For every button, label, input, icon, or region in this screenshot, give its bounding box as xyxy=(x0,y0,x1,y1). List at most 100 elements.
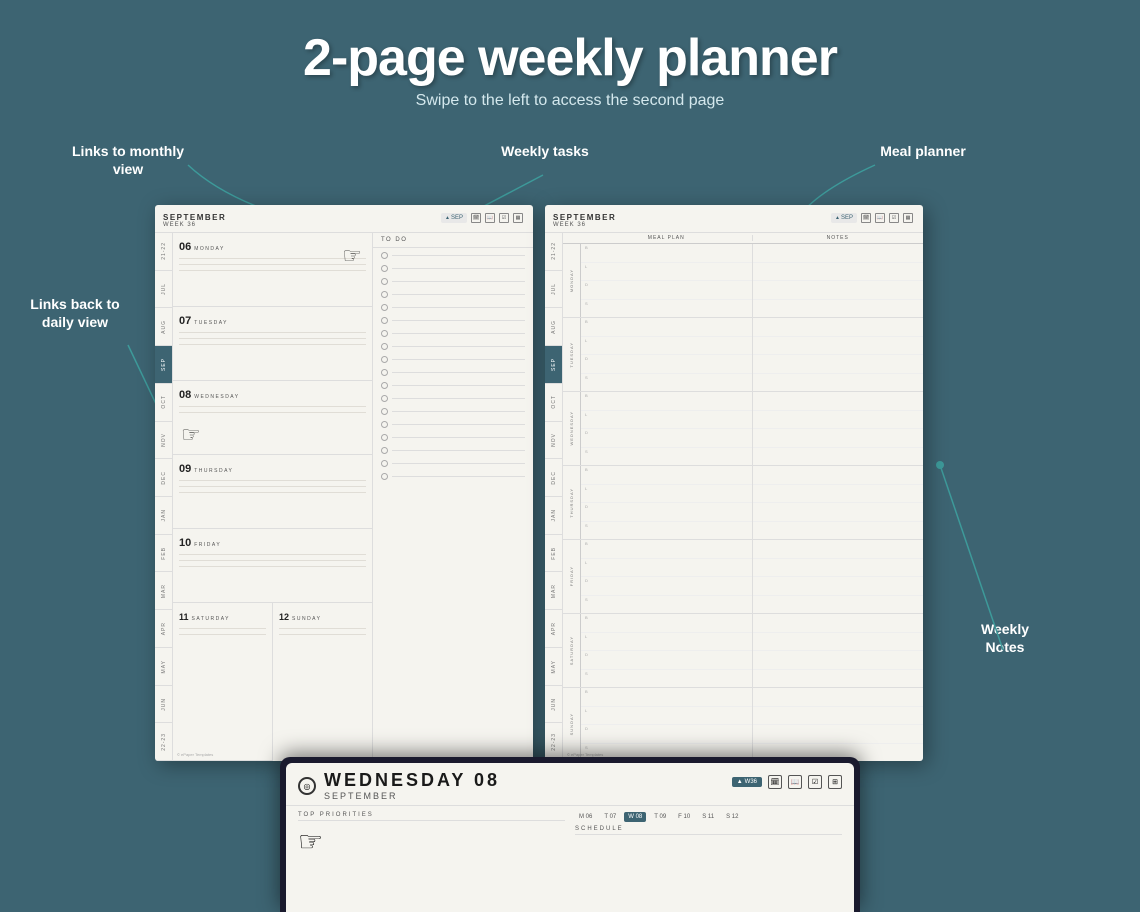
todo-item[interactable] xyxy=(381,447,525,454)
note-line[interactable] xyxy=(753,374,924,392)
p2-sidebar-oct[interactable]: OCT xyxy=(545,384,562,422)
note-line[interactable] xyxy=(753,300,924,318)
note-line[interactable] xyxy=(753,355,924,374)
device-nav-f10[interactable]: F 10 xyxy=(674,812,694,822)
day-saturday[interactable]: 11SATURDAY xyxy=(173,603,273,761)
sidebar-jun[interactable]: JUN xyxy=(155,686,172,724)
device-book-icon[interactable]: 📖 xyxy=(788,775,802,789)
note-line[interactable] xyxy=(753,337,924,356)
todo-item[interactable] xyxy=(381,382,525,389)
meal-b[interactable]: B xyxy=(581,614,752,633)
todo-item[interactable] xyxy=(381,408,525,415)
todo-checkbox[interactable] xyxy=(381,356,388,363)
todo-item[interactable] xyxy=(381,278,525,285)
note-line[interactable] xyxy=(753,707,924,726)
note-line[interactable] xyxy=(753,281,924,300)
meal-l[interactable]: L xyxy=(581,559,752,578)
p2-sidebar-dec[interactable]: DEC xyxy=(545,459,562,497)
device-nav-t09[interactable]: T 09 xyxy=(650,812,670,822)
note-line[interactable] xyxy=(753,688,924,707)
todo-checkbox[interactable] xyxy=(381,447,388,454)
sidebar-oct[interactable]: OCT xyxy=(155,384,172,422)
book-icon-p2[interactable]: 📖 xyxy=(875,213,885,223)
todo-item[interactable] xyxy=(381,317,525,324)
meal-b[interactable]: B xyxy=(581,540,752,559)
p2-sidebar-mar[interactable]: MAR xyxy=(545,572,562,610)
day-monday[interactable]: 06MONDAY ☞ xyxy=(173,233,372,307)
todo-checkbox[interactable] xyxy=(381,473,388,480)
note-line[interactable] xyxy=(753,448,924,466)
device-nav-m06[interactable]: M 06 xyxy=(575,812,596,822)
todo-checkbox[interactable] xyxy=(381,317,388,324)
meal-l[interactable]: L xyxy=(581,263,752,282)
meal-b[interactable]: B xyxy=(581,244,752,263)
note-line[interactable] xyxy=(753,670,924,688)
note-line[interactable] xyxy=(753,392,924,411)
meal-d[interactable]: D xyxy=(581,725,752,744)
calendar-icon-p2[interactable]: 🗓 xyxy=(861,213,871,223)
todo-item[interactable] xyxy=(381,291,525,298)
sidebar-jul[interactable]: JUL xyxy=(155,271,172,309)
p2-sidebar-may[interactable]: MAY xyxy=(545,648,562,686)
meal-d[interactable]: D xyxy=(581,355,752,374)
note-line[interactable] xyxy=(753,429,924,448)
meal-s[interactable]: S xyxy=(581,300,752,318)
note-line[interactable] xyxy=(753,244,924,263)
todo-item[interactable] xyxy=(381,304,525,311)
day-thursday[interactable]: 09THURSDAY xyxy=(173,455,372,529)
device-nav-s12[interactable]: S 12 xyxy=(722,812,742,822)
note-line[interactable] xyxy=(753,577,924,596)
device-check-icon[interactable]: ☑ xyxy=(808,775,822,789)
todo-checkbox[interactable] xyxy=(381,460,388,467)
todo-item[interactable] xyxy=(381,460,525,467)
sidebar-apr[interactable]: APR xyxy=(155,610,172,648)
page1-nav-btn[interactable]: ▲ SEP xyxy=(441,213,467,223)
sidebar-may[interactable]: MAY xyxy=(155,648,172,686)
book-icon[interactable]: 📖 xyxy=(485,213,495,223)
p2-sidebar-apr[interactable]: APR xyxy=(545,610,562,648)
todo-item[interactable] xyxy=(381,473,525,480)
note-line[interactable] xyxy=(753,263,924,282)
todo-checkbox[interactable] xyxy=(381,434,388,441)
page2-nav-btn[interactable]: ▲ SEP xyxy=(831,213,857,223)
meal-l[interactable]: L xyxy=(581,411,752,430)
note-line[interactable] xyxy=(753,503,924,522)
check-icon-p2[interactable]: ☑ xyxy=(889,213,899,223)
todo-item[interactable] xyxy=(381,356,525,363)
note-line[interactable] xyxy=(753,614,924,633)
todo-checkbox[interactable] xyxy=(381,382,388,389)
meal-b[interactable]: B xyxy=(581,466,752,485)
todo-checkbox[interactable] xyxy=(381,369,388,376)
todo-checkbox[interactable] xyxy=(381,278,388,285)
layout-icon[interactable]: ▦ xyxy=(513,213,523,223)
meal-d[interactable]: D xyxy=(581,281,752,300)
todo-item[interactable] xyxy=(381,434,525,441)
device-layout-icon[interactable]: ⊞ xyxy=(828,775,842,789)
todo-checkbox[interactable] xyxy=(381,421,388,428)
meal-d[interactable]: D xyxy=(581,503,752,522)
todo-item[interactable] xyxy=(381,343,525,350)
day-wednesday[interactable]: 08WEDNESDAY ☞ xyxy=(173,381,372,455)
meal-b[interactable]: B xyxy=(581,688,752,707)
layout-icon-p2[interactable]: ▦ xyxy=(903,213,913,223)
meal-s[interactable]: S xyxy=(581,670,752,688)
p2-sidebar-jan[interactable]: JAN xyxy=(545,497,562,535)
note-line[interactable] xyxy=(753,725,924,744)
todo-checkbox[interactable] xyxy=(381,265,388,272)
sidebar-jan[interactable]: JAN xyxy=(155,497,172,535)
note-line[interactable] xyxy=(753,466,924,485)
device-nav-t07[interactable]: T 07 xyxy=(600,812,620,822)
p2-sidebar-jun[interactable]: JUN xyxy=(545,686,562,724)
meal-l[interactable]: L xyxy=(581,707,752,726)
p2-sidebar-sep[interactable]: SEP xyxy=(545,346,562,384)
check-icon[interactable]: ☑ xyxy=(499,213,509,223)
todo-checkbox[interactable] xyxy=(381,291,388,298)
todo-checkbox[interactable] xyxy=(381,330,388,337)
note-line[interactable] xyxy=(753,633,924,652)
p2-sidebar-nov[interactable]: NOV xyxy=(545,422,562,460)
todo-item[interactable] xyxy=(381,252,525,259)
meal-b[interactable]: B xyxy=(581,392,752,411)
p2-sidebar-feb[interactable]: FEB xyxy=(545,535,562,573)
todo-checkbox[interactable] xyxy=(381,304,388,311)
note-line[interactable] xyxy=(753,318,924,337)
